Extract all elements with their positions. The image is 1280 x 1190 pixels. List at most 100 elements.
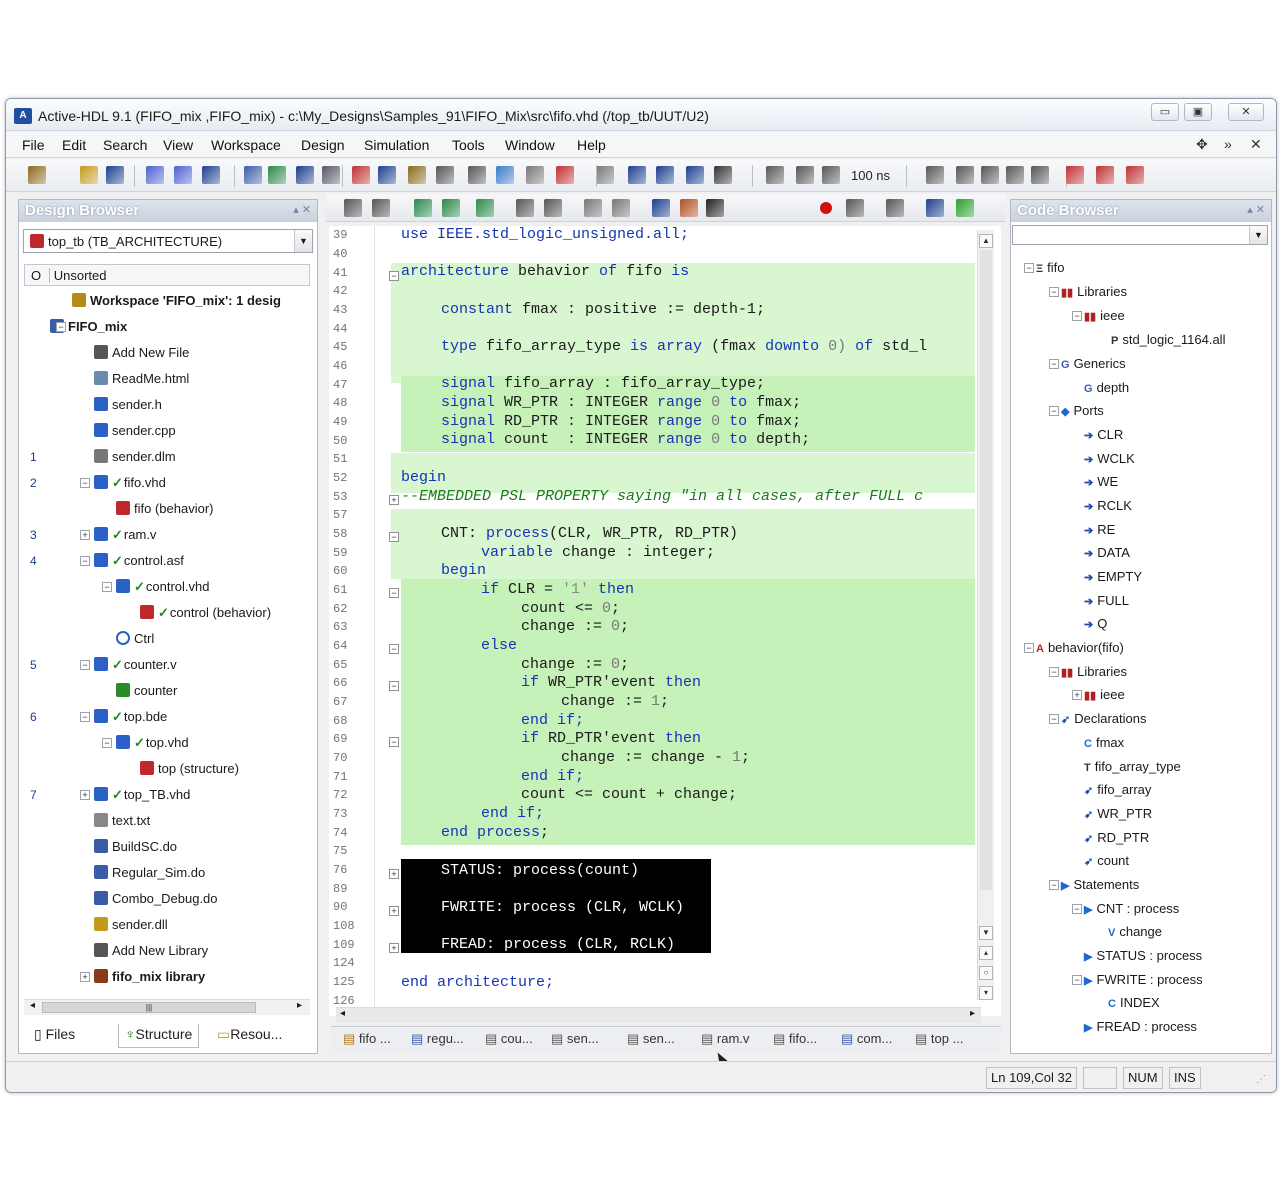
code-browser-item[interactable]: ➔ RCLK (1084, 494, 1132, 518)
tab-structure[interactable]: ♆Structure (118, 1024, 200, 1048)
bookmark-icon[interactable] (596, 166, 614, 184)
fold-toggle-icon[interactable]: + (389, 906, 399, 916)
minimize-button[interactable]: ▭ (1151, 103, 1179, 121)
tree-expander-icon[interactable]: − (1049, 714, 1059, 724)
tree-expander-icon[interactable]: + (1072, 690, 1082, 700)
code-browser-item[interactable]: ▶ FREAD : process (1084, 1015, 1197, 1039)
memory-icon[interactable] (436, 166, 454, 184)
menu-workspace[interactable]: Workspace (211, 137, 281, 153)
scroll-left-icon[interactable]: ◂ (340, 1008, 345, 1019)
target-icon[interactable]: ○ (979, 966, 993, 980)
step-forward-icon[interactable] (822, 166, 840, 184)
code-browser-item[interactable]: ▮▮ ieee (1084, 304, 1125, 328)
restart-icon[interactable] (714, 166, 732, 184)
menu-edit[interactable]: Edit (62, 137, 86, 153)
code-browser-item[interactable]: ➔ FULL (1084, 589, 1129, 613)
library-icon[interactable] (408, 166, 426, 184)
find-icon[interactable] (322, 166, 340, 184)
color-icon[interactable] (652, 199, 670, 217)
frame-back-icon[interactable] (956, 166, 974, 184)
scroll-down-icon[interactable]: ▼ (979, 926, 993, 940)
list-icon[interactable] (584, 199, 602, 217)
menu-file[interactable]: File (22, 137, 45, 153)
wrap-icon[interactable] (612, 199, 630, 217)
menu-tools[interactable]: Tools (452, 137, 485, 153)
fold-toggle-icon[interactable]: − (389, 681, 399, 691)
tree-expander-icon[interactable]: − (1049, 406, 1059, 416)
menu-window[interactable]: Window (505, 137, 555, 153)
code-browser-item[interactable]: ➔ WE (1084, 470, 1118, 494)
design-tree-item[interactable]: top (structure) (140, 757, 239, 781)
breakpoint-list-icon[interactable] (1066, 166, 1084, 184)
run-until-icon[interactable] (656, 166, 674, 184)
waveform-icon[interactable] (352, 166, 370, 184)
code-browser-item[interactable]: ➶ RD_PTR (1084, 826, 1149, 850)
code-browser-item[interactable]: ▶ Statements (1061, 873, 1139, 897)
template-icon[interactable] (706, 199, 724, 217)
code-browser-item[interactable]: Abehavior(fifo) (1036, 636, 1124, 660)
menu-help[interactable]: Help (577, 137, 606, 153)
design-tree-item[interactable]: BuildSC.do (94, 835, 177, 859)
design-tree-item[interactable]: sender.h (94, 393, 162, 417)
prev-mark-icon[interactable]: ▴ (979, 946, 993, 960)
editor-tab[interactable]: ▤ sen... (627, 1031, 675, 1047)
design-tree-item[interactable]: ✓counter.v (94, 653, 177, 677)
comment-icon[interactable] (414, 199, 432, 217)
code-browser-item[interactable]: ➔ Q (1084, 612, 1107, 636)
back-icon[interactable] (1006, 166, 1024, 184)
tree-expander-icon[interactable]: − (102, 582, 112, 592)
fold-toggle-icon[interactable]: + (389, 869, 399, 879)
panel-close-icon[interactable]: ▴ ✕ (293, 203, 311, 216)
code-browser-item[interactable]: ➶ Declarations (1061, 707, 1146, 731)
tree-expander-icon[interactable]: − (1049, 359, 1059, 369)
design-tree-item[interactable]: ✓control (behavior) (140, 601, 271, 625)
menu-simulation[interactable]: Simulation (364, 137, 429, 153)
code-editor[interactable]: 39 40 41 42 43 44 45 46 47 48 49 50 51 52 53 57 58 59 60 61… (329, 226, 1001, 1016)
step-back-icon[interactable] (796, 166, 814, 184)
code-browser-item[interactable]: ➶ fifo_array (1084, 778, 1151, 802)
code-browser-item[interactable]: Ξfifo (1036, 256, 1064, 280)
console-icon[interactable] (296, 166, 314, 184)
editor-tab[interactable]: ▤ sen... (551, 1031, 599, 1047)
step-over-icon[interactable] (926, 199, 944, 217)
menu-search[interactable]: Search (103, 137, 147, 153)
breakpoint-red-icon[interactable] (820, 202, 832, 214)
menu-design[interactable]: Design (301, 137, 345, 153)
tree-expander-icon[interactable]: − (1049, 287, 1059, 297)
scroll-right-icon[interactable]: ▸ (297, 1000, 302, 1011)
design-tree-item[interactable]: ✓top.vhd (116, 731, 189, 755)
breakpoint-icon[interactable] (556, 166, 574, 184)
outdent-icon[interactable] (372, 199, 390, 217)
code-browser-item[interactable]: Vchange (1108, 920, 1162, 944)
fold-toggle-icon[interactable]: − (389, 644, 399, 654)
tree-expander-icon[interactable]: − (80, 660, 90, 670)
stop-icon[interactable] (886, 199, 904, 217)
code-browser-item[interactable]: ▶ CNT : process (1084, 897, 1179, 921)
resize-grip-icon[interactable]: ⋰ (1256, 1074, 1266, 1085)
editor-tab[interactable]: ▤ cou... (485, 1031, 533, 1047)
tree-expander-icon[interactable]: − (80, 712, 90, 722)
editor-tab[interactable]: ▤ fifo ... (343, 1031, 391, 1047)
collapsed-process[interactable]: STATUS: process(count) (441, 862, 639, 879)
new-icon[interactable] (28, 166, 46, 184)
sim-time-input[interactable]: 100 ns (851, 168, 890, 183)
design-tree-item[interactable]: ReadMe.html (94, 367, 189, 391)
design-tree-item[interactable]: ✓control.vhd (116, 575, 210, 599)
maximize-button[interactable]: ▣ (1184, 103, 1212, 121)
tree-expander-icon[interactable]: − (1072, 904, 1082, 914)
frame-icon[interactable] (926, 166, 944, 184)
pause-icon[interactable] (846, 199, 864, 217)
fold-toggle-icon[interactable]: + (389, 495, 399, 505)
scroll-thumb[interactable]: ||| (42, 1002, 256, 1013)
design-tree-item[interactable]: Add New Library (94, 939, 208, 963)
tree-expander-icon[interactable]: − (1049, 667, 1059, 677)
design-browser-hscroll[interactable]: ◂ ||| ▸ (24, 999, 310, 1015)
watch-list-icon[interactable] (1096, 166, 1114, 184)
code-browser-item[interactable]: ➔ DATA (1084, 541, 1130, 565)
indent-icon[interactable] (344, 199, 362, 217)
tree-expander-icon[interactable]: − (80, 556, 90, 566)
hierarchy-icon[interactable] (268, 166, 286, 184)
scroll-up-icon[interactable]: ▲ (979, 234, 993, 248)
tab-files[interactable]: ▯ Files (28, 1024, 81, 1048)
code-browser-item[interactable]: ➶ count (1084, 849, 1129, 873)
